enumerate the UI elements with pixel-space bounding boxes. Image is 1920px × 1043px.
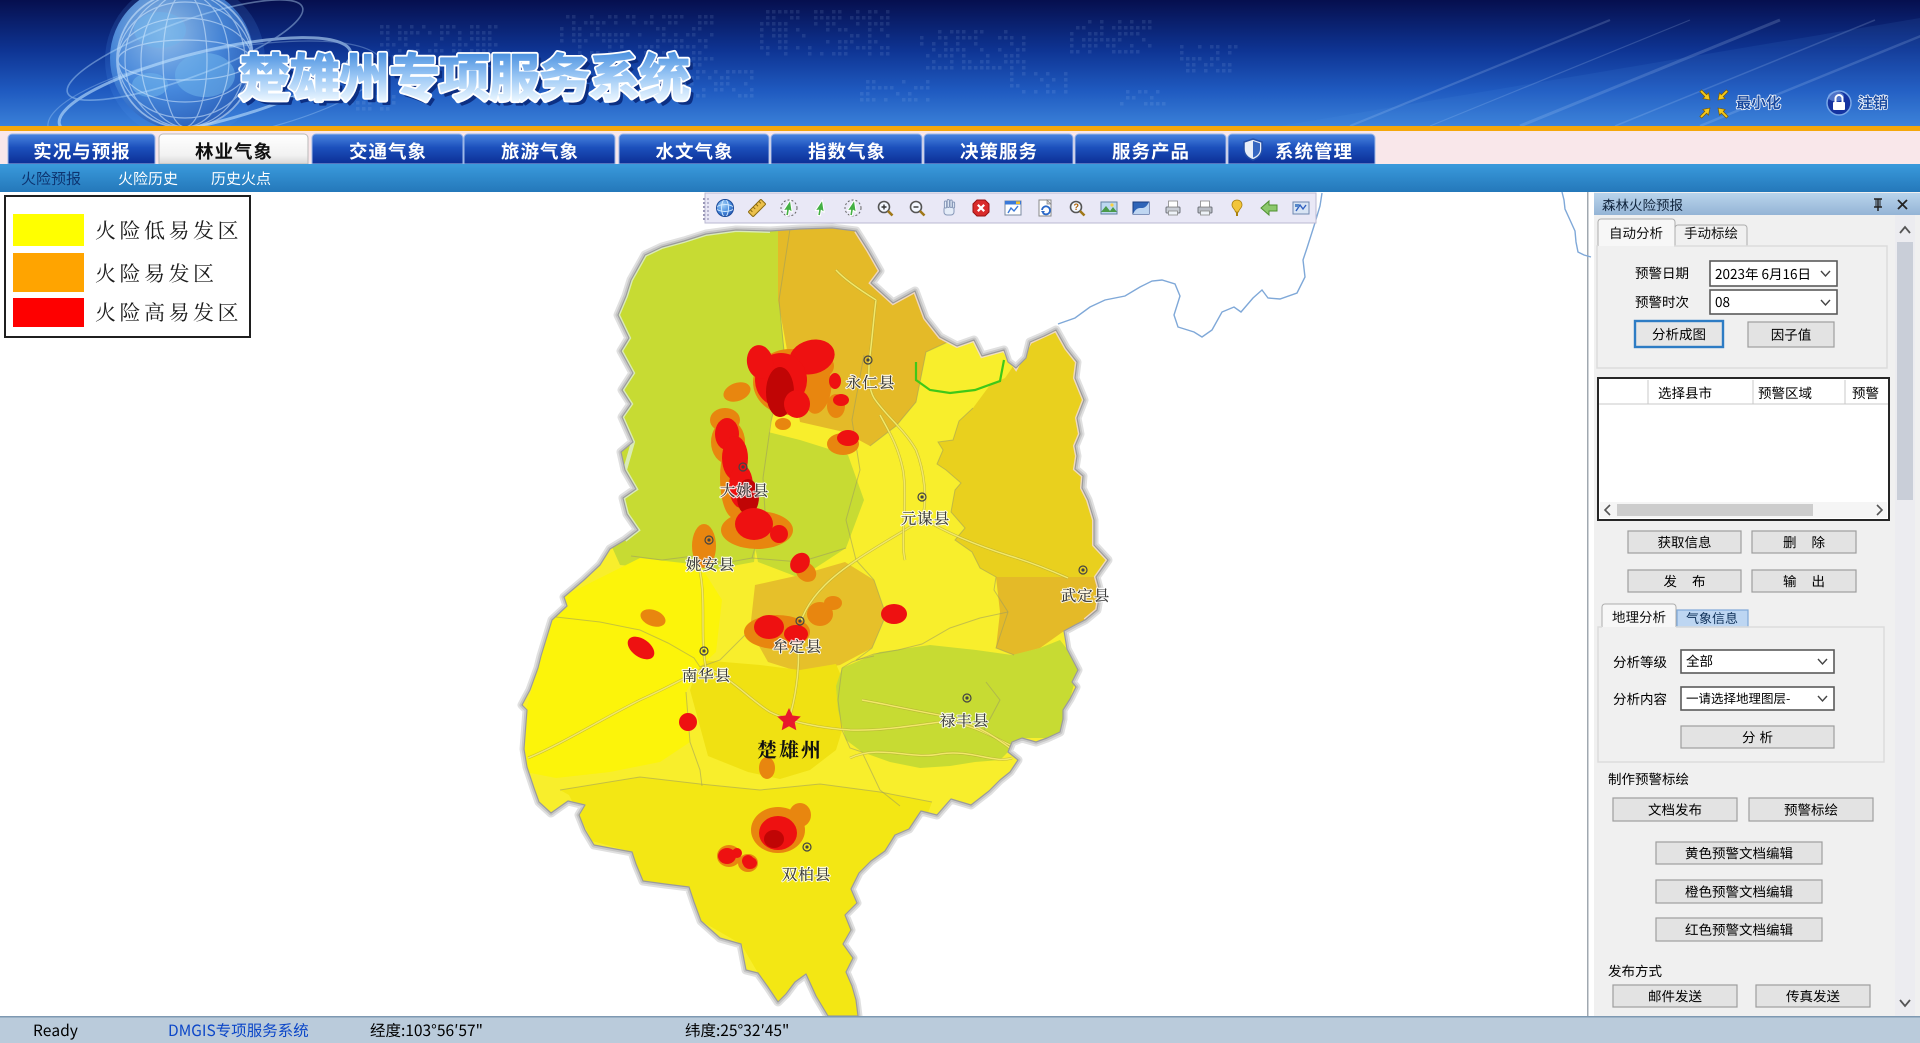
svg-text:?: ? (1074, 202, 1080, 212)
